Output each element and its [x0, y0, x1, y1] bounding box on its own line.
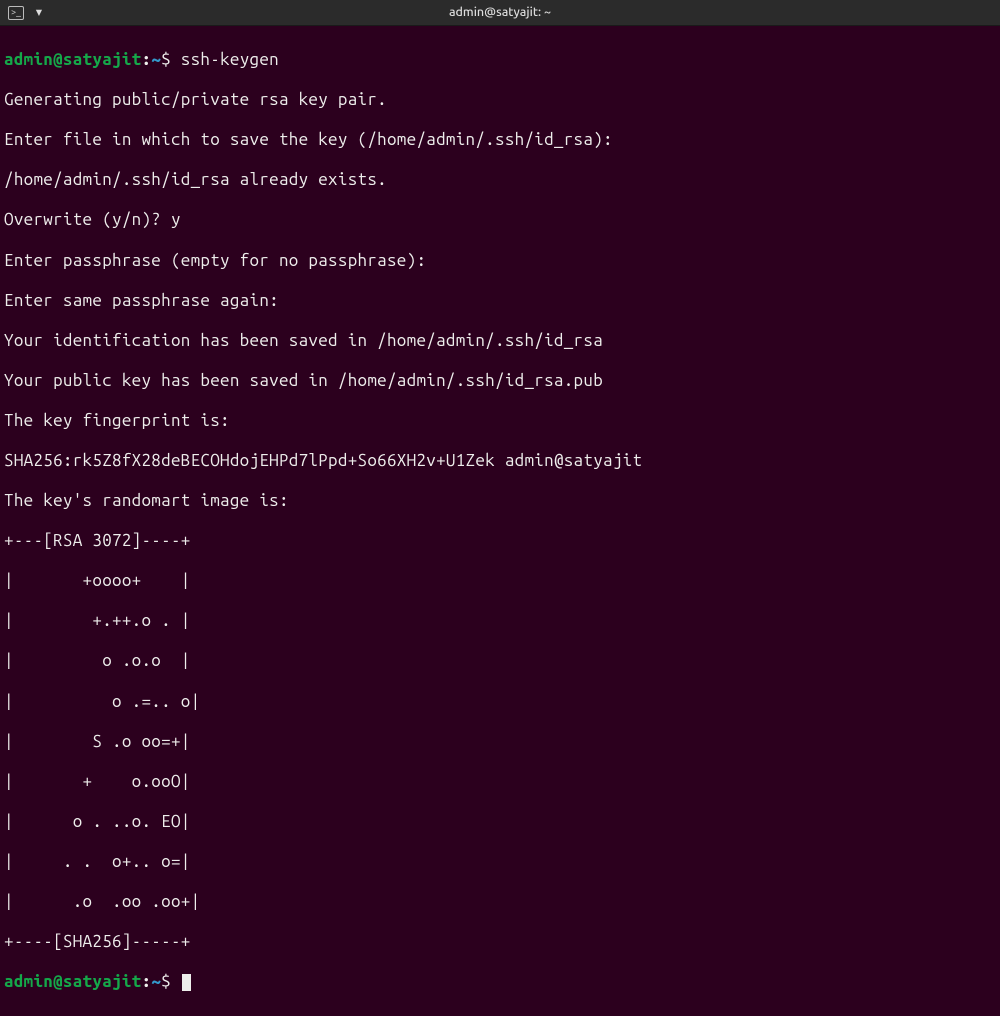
output-line: The key's randomart image is:	[4, 491, 996, 511]
window-titlebar: >_ ▾ admin@satyajit: ~	[0, 0, 1000, 26]
entered-command: ssh-keygen	[181, 50, 279, 69]
output-line: Enter file in which to save the key (/ho…	[4, 130, 996, 150]
cursor	[182, 974, 191, 991]
randomart-line: | o .o.o |	[4, 651, 996, 671]
randomart-line: +----[SHA256]-----+	[4, 932, 996, 952]
output-line: Enter same passphrase again:	[4, 291, 996, 311]
output-line: Your public key has been saved in /home/…	[4, 371, 996, 391]
prompt-line: admin@satyajit:~$ ssh-keygen	[4, 50, 996, 70]
output-line: The key fingerprint is:	[4, 411, 996, 431]
randomart-line: | + o.ooO|	[4, 772, 996, 792]
output-line: SHA256:rk5Z8fX28deBECOHdojEHPd7lPpd+So66…	[4, 451, 996, 471]
new-tab-button[interactable]: ▾	[30, 4, 48, 22]
prompt-user-host: admin@satyajit	[4, 50, 141, 69]
prompt-symbol: $	[161, 972, 171, 991]
randomart-line: | S .o oo=+|	[4, 732, 996, 752]
prompt-line: admin@satyajit:~$	[4, 972, 996, 992]
terminal-viewport[interactable]: admin@satyajit:~$ ssh-keygen Generating …	[0, 26, 1000, 1016]
output-line: Overwrite (y/n)? y	[4, 210, 996, 230]
output-line: Your identification has been saved in /h…	[4, 331, 996, 351]
randomart-line: | .o .oo .oo+|	[4, 892, 996, 912]
prompt-symbol: $	[161, 50, 171, 69]
prompt-path: ~	[151, 972, 161, 991]
randomart-line: | +oooo+ |	[4, 571, 996, 591]
output-line: /home/admin/.ssh/id_rsa already exists.	[4, 170, 996, 190]
randomart-line: | . . o+.. o=|	[4, 852, 996, 872]
prompt-colon: :	[141, 50, 151, 69]
randomart-line: | +.++.o . |	[4, 611, 996, 631]
prompt-path: ~	[151, 50, 161, 69]
terminal-icon-glyph: >_	[11, 8, 21, 17]
terminal-icon[interactable]: >_	[8, 6, 24, 20]
prompt-colon: :	[141, 972, 151, 991]
output-line: Generating public/private rsa key pair.	[4, 90, 996, 110]
randomart-line: | o . ..o. EO|	[4, 812, 996, 832]
randomart-line: +---[RSA 3072]----+	[4, 531, 996, 551]
randomart-line: | o .=.. o|	[4, 692, 996, 712]
prompt-user-host: admin@satyajit	[4, 972, 141, 991]
output-line: Enter passphrase (empty for no passphras…	[4, 251, 996, 271]
window-title: admin@satyajit: ~	[449, 5, 551, 20]
titlebar-left-controls: >_ ▾	[0, 4, 48, 22]
